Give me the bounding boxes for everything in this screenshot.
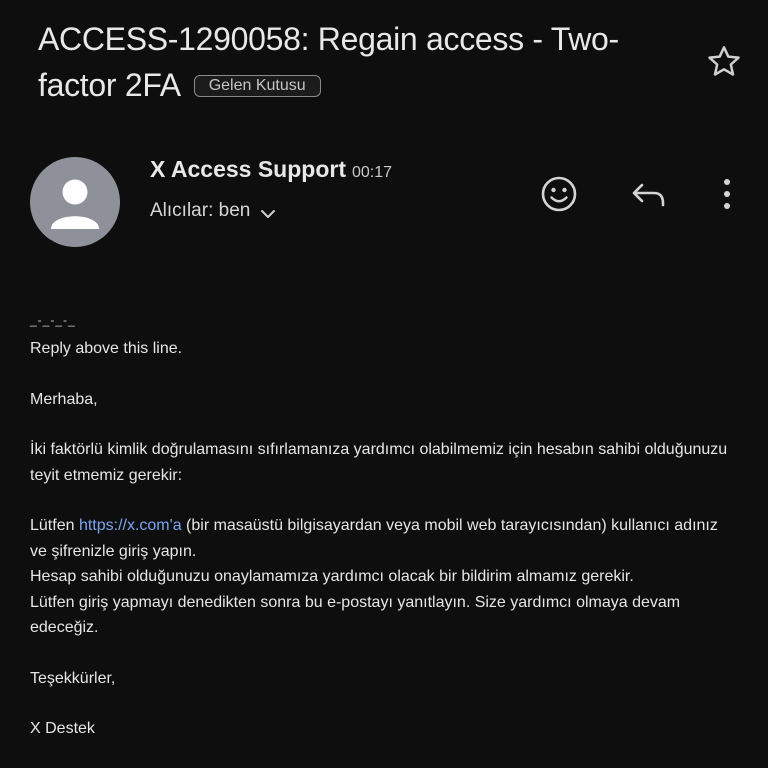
x-com-link[interactable]: https://x.com'a <box>79 517 182 534</box>
reply-above-line: Reply above this line. <box>30 340 183 357</box>
paragraph-verify: İki faktörlü kimlik doğrulamasını sıfırl… <box>30 441 728 484</box>
sender-avatar[interactable] <box>30 157 120 247</box>
email-time: 00:17 <box>351 164 393 181</box>
person-icon <box>51 179 99 229</box>
more-vert-icon[interactable] <box>707 174 747 214</box>
sender-name[interactable]: X Access Support <box>150 156 346 182</box>
emoji-icon[interactable] <box>539 174 579 214</box>
paragraph-instructions: Lütfen https://x.com'a (bir masaüstü bil… <box>30 513 730 641</box>
inbox-label-chip[interactable]: Gelen Kutusu <box>193 75 321 97</box>
email-body: _-_-_-_ Reply above this line. Merhaba, … <box>30 312 730 767</box>
separator-line: _-_-_-_ <box>30 313 76 327</box>
instructions-text-1: Lütfen <box>30 517 79 534</box>
greeting: Merhaba, <box>30 390 98 408</box>
recipients-toggle[interactable]: Alıcılar: ben <box>150 200 276 222</box>
reply-icon[interactable] <box>629 174 669 214</box>
sender-line: X Access Support 00:17 <box>150 156 392 183</box>
chevron-down-icon <box>261 210 276 218</box>
star-icon[interactable] <box>704 42 744 82</box>
thanks-line: Teşekkürler, <box>30 669 116 687</box>
subject-text: ACCESS-1290058: Regain access - Two-fact… <box>38 21 619 103</box>
signature: X Destek <box>30 720 95 737</box>
email-subject: ACCESS-1290058: Regain access - Two-fact… <box>38 16 658 108</box>
instructions-text-3: Hesap sahibi olduğunuzu onaylamamıza yar… <box>30 568 634 585</box>
instructions-text-4: Lütfen giriş yapmayı denedikten sonra bu… <box>30 593 681 637</box>
recipients-label: Alıcılar: ben <box>150 200 251 221</box>
